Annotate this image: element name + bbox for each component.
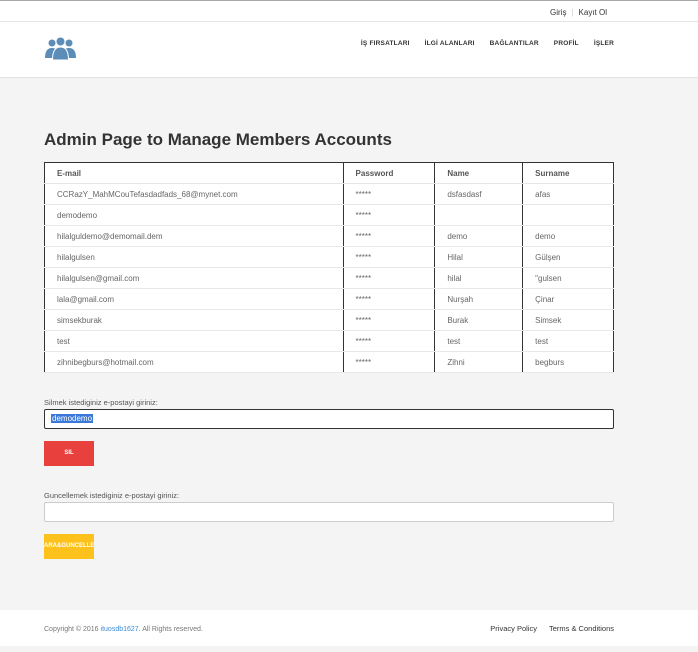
cell-surname: test: [522, 330, 614, 352]
main-content: Admin Page to Manage Members Accounts E-…: [0, 79, 698, 610]
delete-button[interactable]: SIL: [44, 441, 94, 466]
site-footer: Copyright © 2016 ituosdb1627. All Rights…: [0, 610, 698, 646]
login-link[interactable]: Giriş: [550, 8, 566, 17]
cell-email: simsekburak: [44, 309, 344, 331]
auth-links: Giriş | Kayıt Ol: [550, 8, 607, 17]
cell-surname: Çinar: [522, 288, 614, 310]
cell-password: *****: [342, 351, 436, 373]
column-header-name: Name: [434, 162, 524, 184]
team-logo-icon[interactable]: [44, 36, 77, 62]
nav-jobs[interactable]: İŞ FIRSATLARI: [361, 40, 410, 47]
footer-links: Privacy Policy Terms & Conditions: [490, 624, 614, 633]
separator: |: [571, 8, 574, 17]
table-row: hilalguldemo@demomail.dem ***** demo demo: [44, 225, 614, 247]
column-header-surname: Surname: [522, 162, 614, 184]
cell-name: [434, 204, 524, 226]
table-header-row: E-mail Password Name Surname: [44, 162, 614, 184]
cell-surname: Simsek: [522, 309, 614, 331]
terms-link[interactable]: Terms & Conditions: [549, 624, 614, 633]
cell-name: Nurşah: [434, 288, 524, 310]
cell-surname: afas: [522, 183, 614, 205]
cell-password: *****: [342, 204, 436, 226]
copyright-prefix: Copyright © 2016: [44, 626, 101, 633]
cell-name: hilal: [434, 267, 524, 289]
cell-name: test: [434, 330, 524, 352]
table-row: hilalgulsen@gmail.com ***** hilal "gulsen: [44, 267, 614, 289]
top-bar: Giriş | Kayıt Ol: [0, 0, 698, 22]
privacy-policy-link[interactable]: Privacy Policy: [490, 624, 537, 633]
cell-password: *****: [342, 225, 436, 247]
cell-surname: demo: [522, 225, 614, 247]
bottom-strip: [0, 646, 698, 652]
table-row: simsekburak ***** Burak Simsek: [44, 309, 614, 331]
cell-surname: Gülşen: [522, 246, 614, 268]
copyright: Copyright © 2016 ituosdb1627. All Rights…: [44, 626, 203, 633]
cell-name: demo: [434, 225, 524, 247]
search-update-button[interactable]: ARA&GUNCELLE: [44, 534, 94, 559]
table-row: lala@gmail.com ***** Nurşah Çinar: [44, 288, 614, 310]
cell-surname: [522, 204, 614, 226]
cell-name: Hilal: [434, 246, 524, 268]
table-row: test ***** test test: [44, 330, 614, 352]
table-row: CCRazY_MahMCouTefasdadfads_68@mynet.com *…: [44, 183, 614, 205]
page-title: Admin Page to Manage Members Accounts: [44, 130, 392, 149]
cell-email: lala@gmail.com: [44, 288, 344, 310]
cell-name: Burak: [434, 309, 524, 331]
cell-name: Zihni: [434, 351, 524, 373]
delete-email-value: demodemo: [51, 414, 94, 423]
table-row: hilalgulsen ***** Hilal Gülşen: [44, 246, 614, 268]
cell-surname: "gulsen: [522, 267, 614, 289]
cell-email: test: [44, 330, 344, 352]
copyright-link[interactable]: ituosdb1627: [101, 626, 139, 633]
update-email-label: Guncellemek istediginiz e-postayi girini…: [44, 491, 180, 500]
column-header-email: E-mail: [44, 162, 344, 184]
cell-password: *****: [342, 246, 436, 268]
nav-profile[interactable]: PROFİL: [554, 40, 579, 47]
cell-email: zihnibegburs@hotmail.com: [44, 351, 344, 373]
cell-email: hilalguldemo@demomail.dem: [44, 225, 344, 247]
cell-password: *****: [342, 183, 436, 205]
site-header: İŞ FIRSATLARI İLGİ ALANLARI BAĞLANTILAR …: [0, 22, 698, 78]
nav-works[interactable]: İŞLER: [594, 40, 614, 47]
register-link[interactable]: Kayıt Ol: [579, 8, 607, 17]
table-row: demodemo *****: [44, 204, 614, 226]
cell-password: *****: [342, 267, 436, 289]
table-row: zihnibegburs@hotmail.com ***** Zihni begbur…: [44, 351, 614, 373]
column-header-password: Password: [342, 162, 436, 184]
delete-email-input[interactable]: demodemo: [44, 409, 614, 429]
cell-password: *****: [342, 330, 436, 352]
cell-password: *****: [342, 288, 436, 310]
nav-connections[interactable]: BAĞLANTILAR: [490, 40, 539, 47]
update-email-input[interactable]: [44, 502, 614, 522]
cell-email: CCRazY_MahMCouTefasdadfads_68@mynet.com: [44, 183, 344, 205]
members-table: E-mail Password Name Surname CCRazY_MahM…: [44, 162, 614, 373]
nav-interests[interactable]: İLGİ ALANLARI: [425, 40, 475, 47]
cell-email: hilalgulsen@gmail.com: [44, 267, 344, 289]
cell-password: *****: [342, 309, 436, 331]
main-nav: İŞ FIRSATLARI İLGİ ALANLARI BAĞLANTILAR …: [361, 40, 614, 47]
cell-surname: begburs: [522, 351, 614, 373]
copyright-suffix: . All Rights reserved.: [138, 626, 203, 633]
cell-email: demodemo: [44, 204, 344, 226]
delete-email-label: Silmek istediginiz e-postayi giriniz:: [44, 398, 158, 407]
cell-name: dsfasdasf: [434, 183, 524, 205]
cell-email: hilalgulsen: [44, 246, 344, 268]
